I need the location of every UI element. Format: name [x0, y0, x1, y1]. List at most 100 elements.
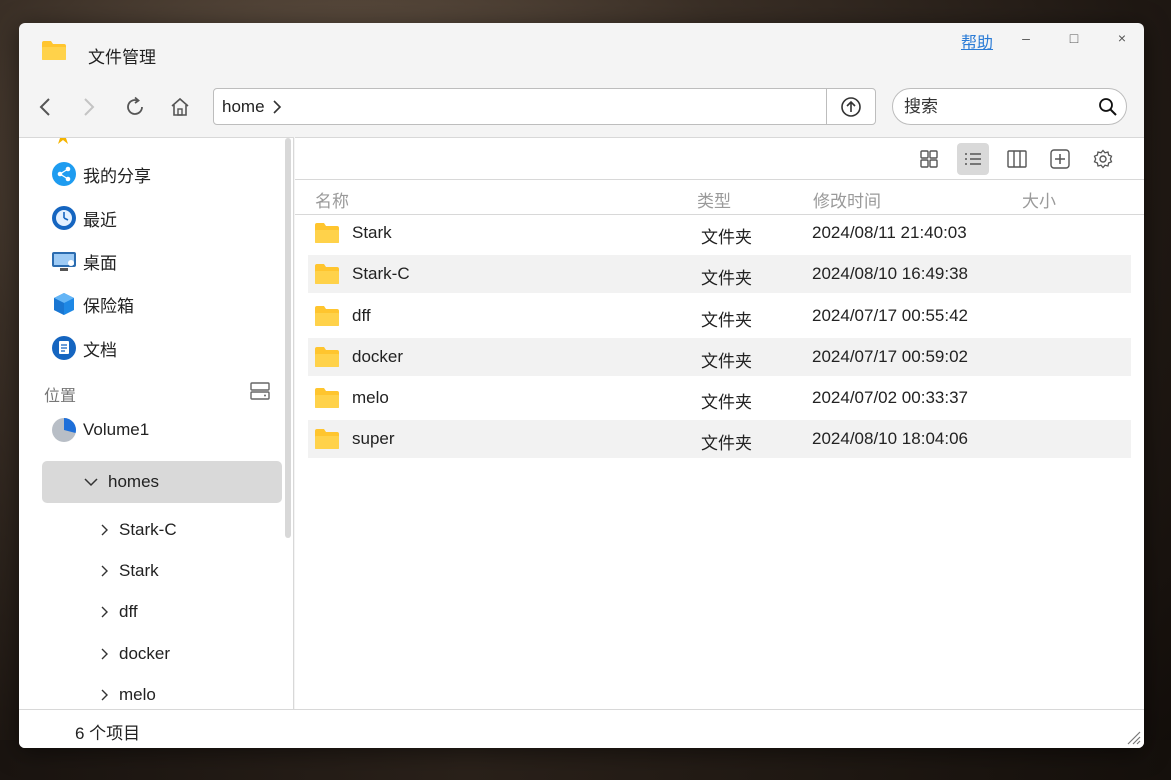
table-row[interactable]: melo 文件夹 2024/07/02 00:33:37	[308, 379, 1131, 417]
table-row[interactable]: dff 文件夹 2024/07/17 00:55:42	[308, 297, 1131, 335]
sidebar-item-desktop[interactable]: 桌面	[51, 246, 117, 276]
folder-icon	[315, 429, 339, 449]
folder-icon	[42, 41, 66, 60]
back-button[interactable]	[31, 93, 59, 121]
list-view-button[interactable]	[957, 143, 989, 175]
sidebar-item-label: 文档	[83, 340, 117, 360]
search-box[interactable]	[892, 88, 1127, 125]
search-icon[interactable]	[1098, 97, 1118, 117]
maximize-button[interactable]: □	[1063, 29, 1085, 49]
file-name: Stark-C	[352, 264, 410, 283]
upload-circle-icon	[841, 96, 861, 117]
refresh-icon	[127, 96, 143, 115]
file-name: docker	[352, 347, 404, 366]
folder-icon	[315, 223, 339, 243]
sidebar-subitem-stark-c[interactable]: Stark-C	[99, 517, 177, 543]
help-link[interactable]: 帮助	[961, 29, 993, 53]
file-modified: 2024/07/17 00:55:42	[812, 306, 968, 325]
file-type: 文件夹	[701, 228, 752, 247]
file-type: 文件夹	[701, 311, 752, 330]
column-view-button[interactable]	[1001, 143, 1033, 175]
settings-button[interactable]	[1087, 143, 1119, 175]
chevron-right-icon	[101, 565, 108, 577]
chevron-right-icon	[101, 524, 108, 536]
sidebar: 我的分享 最近 桌面 保险箱 文档 位置 Volume1 homes Stark…	[19, 137, 294, 709]
table-row[interactable]: docker 文件夹 2024/07/17 00:59:02	[308, 338, 1131, 376]
folder-icon	[315, 347, 339, 367]
sidebar-item-label: 最近	[83, 210, 117, 230]
minimize-button[interactable]: –	[1015, 29, 1037, 49]
sidebar-subitem-label: Stark	[119, 561, 159, 580]
grid-view-icon	[920, 150, 938, 168]
file-modified: 2024/08/11 21:40:03	[812, 223, 967, 242]
navigation-bar: home	[19, 79, 1144, 137]
sidebar-item-documents[interactable]: 文档	[51, 333, 117, 363]
file-name: melo	[352, 388, 389, 407]
file-modified: 2024/08/10 16:49:38	[812, 264, 968, 283]
sidebar-subitem-stark[interactable]: Stark	[99, 558, 159, 584]
chevron-right-icon	[101, 648, 108, 660]
column-view-icon	[1007, 150, 1027, 168]
folder-icon	[315, 388, 339, 408]
item-count: 6 个项目	[75, 724, 141, 743]
file-modified: 2024/08/10 18:04:06	[812, 429, 968, 448]
table-row[interactable]: super 文件夹 2024/08/10 18:04:06	[308, 420, 1131, 458]
list-view-icon	[965, 153, 981, 165]
sidebar-item-vault[interactable]: 保险箱	[51, 289, 134, 319]
file-manager-window: 文件管理 帮助 – □ × home 搜索 我的分享 最近 桌面 保险箱 文档 …	[19, 23, 1144, 748]
grid-view-button[interactable]	[913, 143, 945, 175]
table-row[interactable]: Stark 文件夹 2024/08/11 21:40:03	[308, 214, 1131, 252]
file-name: super	[352, 429, 395, 448]
file-type: 文件夹	[701, 269, 752, 288]
upload-button[interactable]	[826, 89, 875, 124]
path-segment[interactable]: home	[222, 97, 265, 117]
vault-icon	[51, 291, 77, 317]
column-header-type[interactable]: 类型	[697, 187, 731, 212]
column-header-modified[interactable]: 修改时间	[813, 187, 881, 212]
gear-icon	[1093, 149, 1113, 169]
sidebar-subitem-label: dff	[119, 602, 138, 621]
folder-icon	[315, 264, 339, 284]
chevron-left-icon	[39, 98, 50, 116]
chevron-right-icon	[84, 98, 95, 116]
star-icon	[55, 138, 71, 144]
column-header-row: 名称 类型 修改时间 大小	[295, 179, 1144, 215]
home-button[interactable]	[166, 93, 194, 121]
clock-icon	[51, 205, 77, 231]
refresh-button[interactable]	[121, 93, 149, 121]
close-button[interactable]: ×	[1111, 29, 1133, 49]
resize-grip-icon[interactable]	[1123, 727, 1141, 745]
status-bar: 6 个项目	[19, 709, 1144, 748]
forward-button[interactable]	[75, 93, 103, 121]
sidebar-subitem-label: melo	[119, 685, 156, 704]
storage-icon[interactable]	[250, 382, 270, 400]
column-header-name[interactable]: 名称	[315, 187, 349, 212]
home-icon	[171, 97, 189, 116]
file-type: 文件夹	[701, 393, 752, 412]
file-modified: 2024/07/17 00:59:02	[812, 347, 968, 366]
sidebar-item-recent[interactable]: 最近	[51, 203, 117, 233]
search-input[interactable]	[904, 95, 1084, 119]
column-header-size[interactable]: 大小	[1022, 187, 1056, 212]
sidebar-item-label: Volume1	[83, 420, 150, 439]
sidebar-item-volume1[interactable]: Volume1	[51, 415, 149, 445]
sidebar-subitem-docker[interactable]: docker	[99, 641, 170, 667]
sidebar-item-homes[interactable]: homes	[42, 461, 282, 503]
sidebar-subitem-label: Stark-C	[119, 520, 177, 539]
table-row[interactable]: Stark-C 文件夹 2024/08/10 16:49:38	[308, 255, 1131, 293]
file-name: Stark	[352, 223, 392, 242]
file-list-pane: 名称 类型 修改时间 大小 Stark 文件夹 2024/08/11 21:40…	[295, 137, 1144, 709]
sidebar-subitem-dff[interactable]: dff	[99, 599, 138, 625]
sidebar-subitem-melo[interactable]: melo	[99, 682, 156, 708]
chevron-right-icon	[101, 689, 108, 701]
new-folder-button[interactable]	[1044, 143, 1076, 175]
sidebar-item-label: homes	[108, 472, 160, 491]
title-bar: 文件管理 帮助 – □ ×	[19, 23, 1144, 79]
sidebar-scrollbar[interactable]	[285, 138, 291, 538]
sidebar-item-my-share[interactable]: 我的分享	[51, 159, 151, 189]
sidebar-subitem-label: docker	[119, 644, 171, 663]
path-bar[interactable]: home	[213, 88, 876, 125]
file-modified: 2024/07/02 00:33:37	[812, 388, 968, 407]
window-title: 文件管理	[88, 48, 156, 67]
chevron-down-icon	[84, 478, 98, 487]
